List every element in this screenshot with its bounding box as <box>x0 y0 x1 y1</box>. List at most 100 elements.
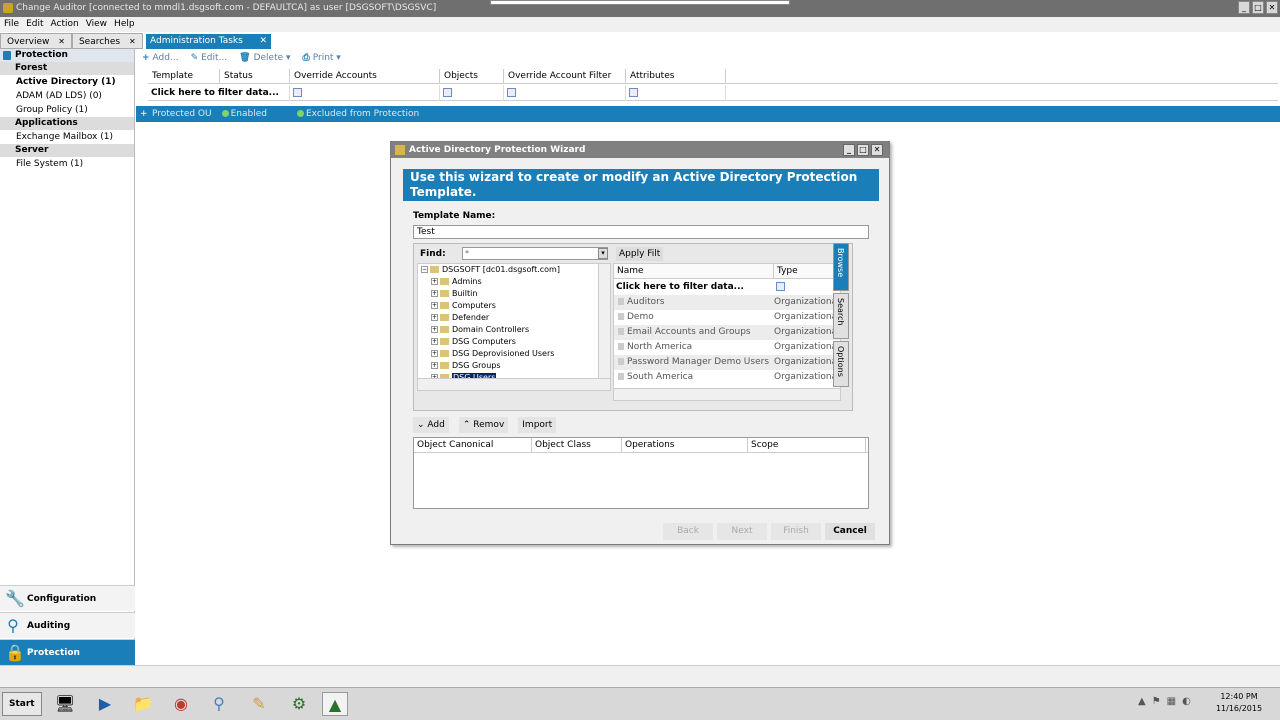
tab-search[interactable]: Search <box>833 293 849 339</box>
expand-icon[interactable]: + <box>431 314 438 321</box>
list-filter-text[interactable]: Click here to filter data... <box>616 279 776 295</box>
search-tool-icon[interactable]: ⚲ <box>206 692 232 716</box>
sidebar-item-adam[interactable]: ADAM (AD LDS) (0) <box>0 89 134 103</box>
nav-configuration[interactable]: 🔧 Configuration <box>0 585 135 611</box>
list-item[interactable]: North America Organizational <box>614 340 840 355</box>
tree-node[interactable]: + DSG Deprovisioned Users <box>418 348 610 360</box>
nav-protection[interactable]: 🔒 Protection <box>0 639 135 665</box>
change-auditor-app-icon[interactable]: ▲ <box>322 692 348 716</box>
column-header-attributes[interactable]: Attributes <box>626 69 726 84</box>
clock[interactable]: 12:40 PM 11/16/2015 <box>1210 691 1268 715</box>
dialog-close-button[interactable]: ✕ <box>871 144 883 156</box>
column-header-template[interactable]: Template <box>148 69 220 84</box>
tree-vertical-scrollbar[interactable] <box>598 264 610 378</box>
column-header-object-canonical[interactable]: Object Canonical <box>414 438 532 452</box>
list-horizontal-scrollbar[interactable] <box>614 388 840 400</box>
dialog-minimize-button[interactable]: _ <box>843 144 855 156</box>
template-name-input[interactable]: Test <box>413 225 869 239</box>
close-button[interactable]: ✕ <box>1266 1 1278 14</box>
expand-icon[interactable]: + <box>431 338 438 345</box>
tree-node[interactable]: + Domain Controllers <box>418 324 610 336</box>
filter-text[interactable]: Click here to filter data... <box>148 85 290 101</box>
tab-searches[interactable]: Searches ✕ <box>71 33 143 49</box>
column-header-objects[interactable]: Objects <box>440 69 504 84</box>
column-header-name[interactable]: Name <box>614 264 774 278</box>
server-manager-icon[interactable]: 🖥 <box>52 692 78 716</box>
remove-object-button[interactable]: ⌃ Remov <box>458 417 509 433</box>
sidebar-item-active-directory[interactable]: Active Directory (1) <box>0 75 134 89</box>
menu-view[interactable]: View <box>86 17 107 32</box>
filter-icon[interactable] <box>629 88 638 97</box>
tab-administration-tasks[interactable]: Administration Tasks ✕ <box>146 34 271 49</box>
start-button[interactable]: Start <box>2 692 42 716</box>
dialog-maximize-button[interactable]: □ <box>857 144 869 156</box>
list-filter-row[interactable]: Click here to filter data... <box>614 279 840 295</box>
column-header-status[interactable]: Status <box>220 69 290 84</box>
tree-node[interactable]: + Computers <box>418 300 610 312</box>
collapse-icon[interactable]: − <box>421 266 428 273</box>
column-header-type[interactable]: Type <box>774 264 840 278</box>
next-button[interactable]: Next <box>717 523 767 540</box>
edit-button[interactable]: ✎ Edit... <box>191 50 228 66</box>
expand-icon[interactable]: + <box>431 350 438 357</box>
tab-options[interactable]: Options <box>833 341 849 387</box>
tab-browse[interactable]: Browse <box>833 243 849 291</box>
list-item[interactable]: South America Organizational <box>614 370 840 385</box>
list-item[interactable]: Email Accounts and Groups Organizational <box>614 325 840 340</box>
tree-node[interactable]: + Builtin <box>418 288 610 300</box>
tab-admin-close-icon[interactable]: ✕ <box>259 34 267 49</box>
tool-icon[interactable]: ✎ <box>246 692 272 716</box>
list-item[interactable]: Demo Organizational <box>614 310 840 325</box>
tree-node[interactable]: + Defender <box>418 312 610 324</box>
nav-auditing[interactable]: ⚲ Auditing <box>0 612 135 638</box>
expand-icon[interactable]: + <box>431 278 438 285</box>
column-header-object-class[interactable]: Object Class <box>532 438 622 452</box>
menu-help[interactable]: Help <box>114 17 135 32</box>
column-header-scope[interactable]: Scope <box>748 438 866 452</box>
import-button[interactable]: Import <box>518 417 557 433</box>
finish-button[interactable]: Finish <box>771 523 821 540</box>
expand-icon[interactable]: + <box>431 290 438 297</box>
expand-icon[interactable]: + <box>140 106 148 122</box>
back-button[interactable]: Back <box>663 523 713 540</box>
tab-overview[interactable]: Overview ✕ <box>0 33 72 49</box>
network-icon[interactable]: ⚙ <box>286 692 312 716</box>
filter-icon[interactable] <box>293 88 302 97</box>
sidebar-item-exchange-mailbox[interactable]: Exchange Mailbox (1) <box>0 130 134 144</box>
expand-icon[interactable]: + <box>431 302 438 309</box>
grid-filter-row[interactable]: Click here to filter data... <box>148 85 1278 101</box>
list-item[interactable]: Password Manager Demo Users Organizationa… <box>614 355 840 370</box>
expand-icon[interactable]: + <box>431 362 438 369</box>
maximize-button[interactable]: □ <box>1252 1 1264 14</box>
minimize-button[interactable]: _ <box>1238 1 1250 14</box>
column-header-operations[interactable]: Operations <box>622 438 748 452</box>
chrome-icon[interactable]: ◉ <box>168 692 194 716</box>
menu-file[interactable]: File <box>4 17 19 32</box>
filter-icon[interactable] <box>443 88 452 97</box>
tree-node[interactable]: + Admins <box>418 276 610 288</box>
apply-filter-button[interactable]: Apply Filt <box>616 247 664 261</box>
add-button[interactable]: + Add... <box>142 50 179 66</box>
column-header-override-account-filter[interactable]: Override Account Filter <box>504 69 626 84</box>
volume-icon[interactable]: ◐ <box>1182 696 1191 707</box>
tab-searches-close-icon[interactable]: ✕ <box>129 37 136 46</box>
print-button[interactable]: ⎙ Print ▾ <box>303 50 341 66</box>
tree-node-root[interactable]: − DSGSOFT [dc01.dsgsoft.com] <box>418 264 610 276</box>
list-item[interactable]: Auditors Organizational <box>614 295 840 310</box>
delete-button[interactable]: 🗑 Delete ▾ <box>239 50 290 66</box>
expand-icon[interactable]: + <box>431 326 438 333</box>
sidebar-item-file-system[interactable]: File System (1) <box>0 157 134 171</box>
find-input[interactable]: * <box>462 247 608 260</box>
powershell-icon[interactable]: ▶ <box>92 692 118 716</box>
flag-icon[interactable]: ⚑ <box>1152 696 1161 707</box>
explorer-folder-icon[interactable]: 📁 <box>130 692 156 716</box>
sidebar-item-group-policy[interactable]: Group Policy (1) <box>0 103 134 117</box>
tree-node[interactable]: + DSG Groups <box>418 360 610 372</box>
menu-edit[interactable]: Edit <box>26 17 43 32</box>
find-dropdown-chevron-down-icon[interactable]: ▾ <box>598 248 608 259</box>
tree-node[interactable]: + DSG Computers <box>418 336 610 348</box>
table-row[interactable]: + Protected OU Enabled Excluded from Pro… <box>136 106 1280 122</box>
add-object-button[interactable]: ⌄ Add <box>413 417 449 433</box>
tab-overview-close-icon[interactable]: ✕ <box>58 37 65 46</box>
filter-icon[interactable] <box>776 282 785 291</box>
